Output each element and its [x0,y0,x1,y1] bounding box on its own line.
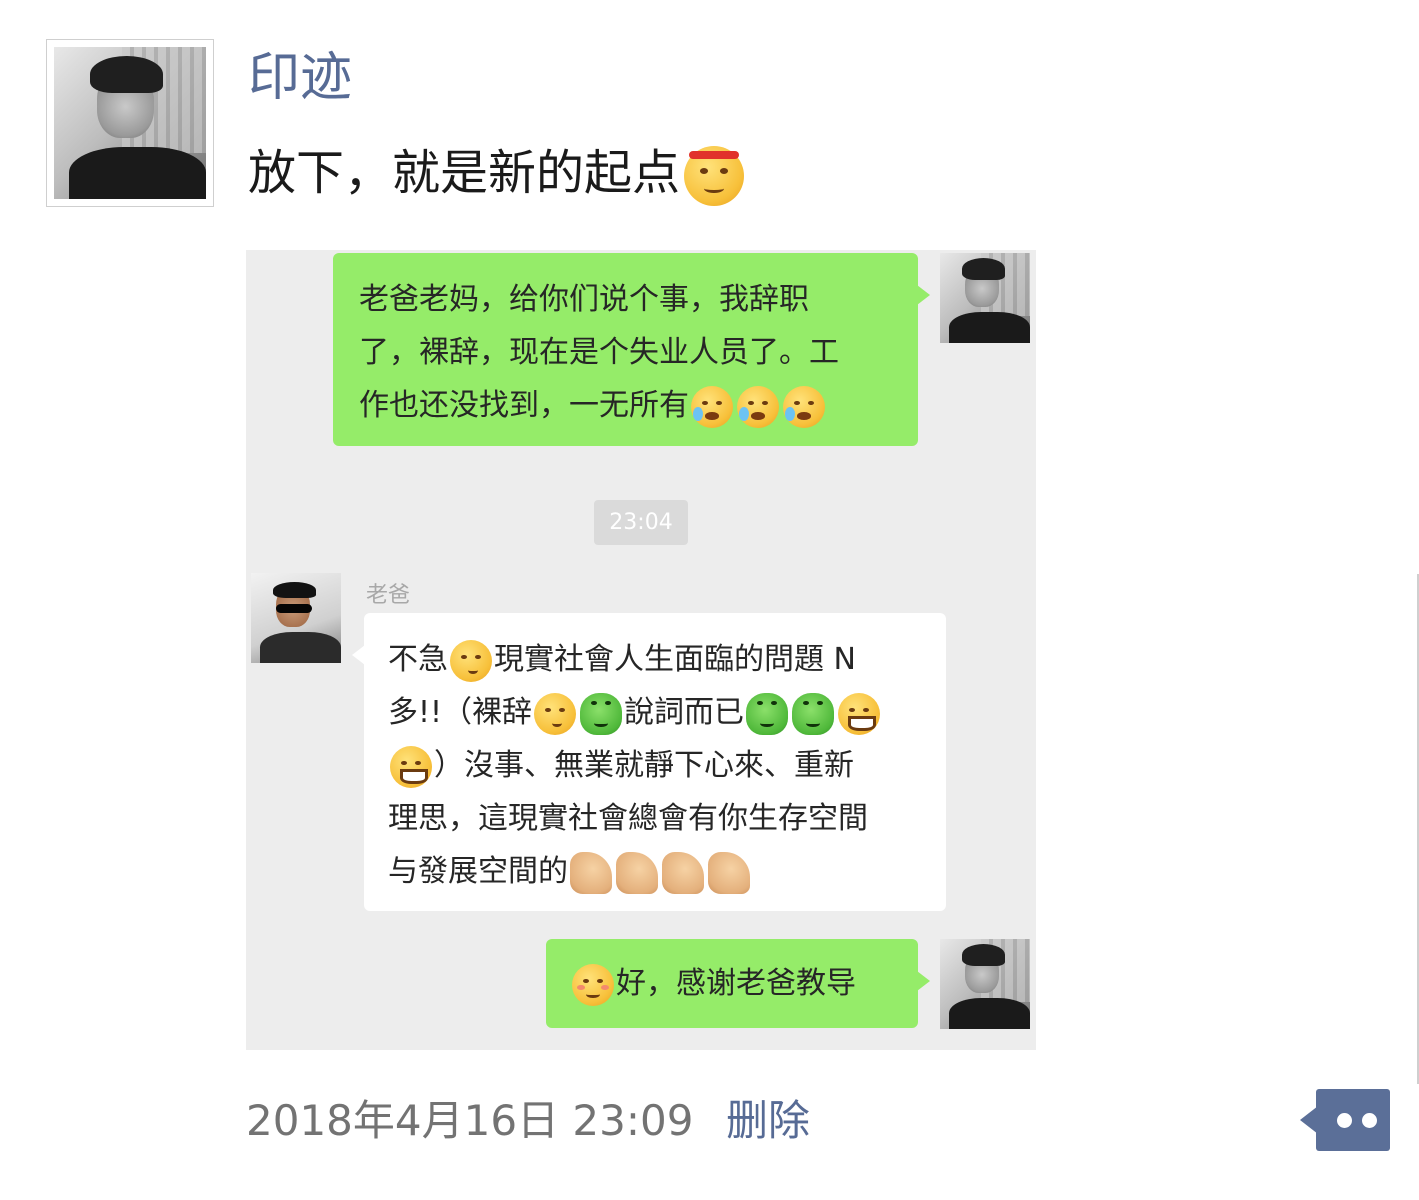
self-photo [940,253,1030,343]
dot-icon [1362,1113,1377,1128]
sender-name: 老爸 [366,583,411,608]
message-bubble-outgoing: 老爸老妈，给你们说个事，我辞职 了，裸辞，现在是个失业人员了。工 作也还没找到，… [333,253,930,446]
author-name[interactable]: 印迹 [248,46,352,110]
frog-icon [580,692,623,735]
self-photo [940,939,1030,1029]
message-line: 作也还没找到，一无所有 [359,379,918,432]
dad-photo [251,573,341,663]
shy-smile-icon [572,963,614,1006]
angry-face-icon [684,146,745,206]
message-line: 多!!（裸辞 說詞而已 [388,686,946,739]
more-actions-button[interactable] [1300,1089,1390,1151]
grinning-face-icon [390,745,432,788]
flexed-biceps-icon [616,851,658,894]
dad-avatar [251,573,341,663]
thinking-face-icon [450,639,492,682]
crying-face-icon [783,385,825,428]
message-line: ）沒事、無業就靜下心來、重新 [388,739,946,792]
frog-icon [792,692,835,735]
message-line: 不急 現實社會人生面臨的問題 N [388,633,946,686]
author-avatar[interactable] [46,39,214,207]
crying-face-icon [691,385,733,428]
self-avatar [940,253,1030,343]
thinking-face-icon [534,692,577,735]
frog-icon [746,692,789,735]
flexed-biceps-icon [570,851,612,894]
message-line: 了，裸辞，现在是个失业人员了。工 [359,335,839,370]
self-avatar [940,939,1030,1029]
post-text-content: 放下，就是新的起点 [248,145,681,201]
post-timestamp: 2018年4月16日 23:09 [246,1096,694,1145]
message-line: 老爸老妈，给你们说个事，我辞职 [359,282,809,317]
crying-face-icon [737,385,779,428]
message-bubble-outgoing: 好，感谢老爸教导 [546,939,930,1028]
message-line: 理思，這現實社會總會有你生存空間 [388,801,868,836]
message-line: 与發展空間的 [388,845,946,898]
flexed-biceps-icon [708,851,750,894]
message-line: 好，感谢老爸教导 [570,957,918,1010]
chat-screenshot-image[interactable]: 老爸老妈，给你们说个事，我辞职 了，裸辞，现在是个失业人员了。工 作也还没找到，… [246,250,1036,1050]
author-photo [54,47,206,199]
message-bubble-incoming: 不急 現實社會人生面臨的問題 N 多!!（裸辞 說詞而已 ）沒事、無業就靜下心來、重… [352,613,946,911]
dot-icon [1337,1113,1352,1128]
flexed-biceps-icon [662,851,704,894]
grinning-face-icon [838,692,881,735]
delete-link[interactable]: 删除 [726,1095,810,1147]
post-text: 放下，就是新的起点 [248,142,745,206]
time-divider: 23:04 [594,500,688,545]
